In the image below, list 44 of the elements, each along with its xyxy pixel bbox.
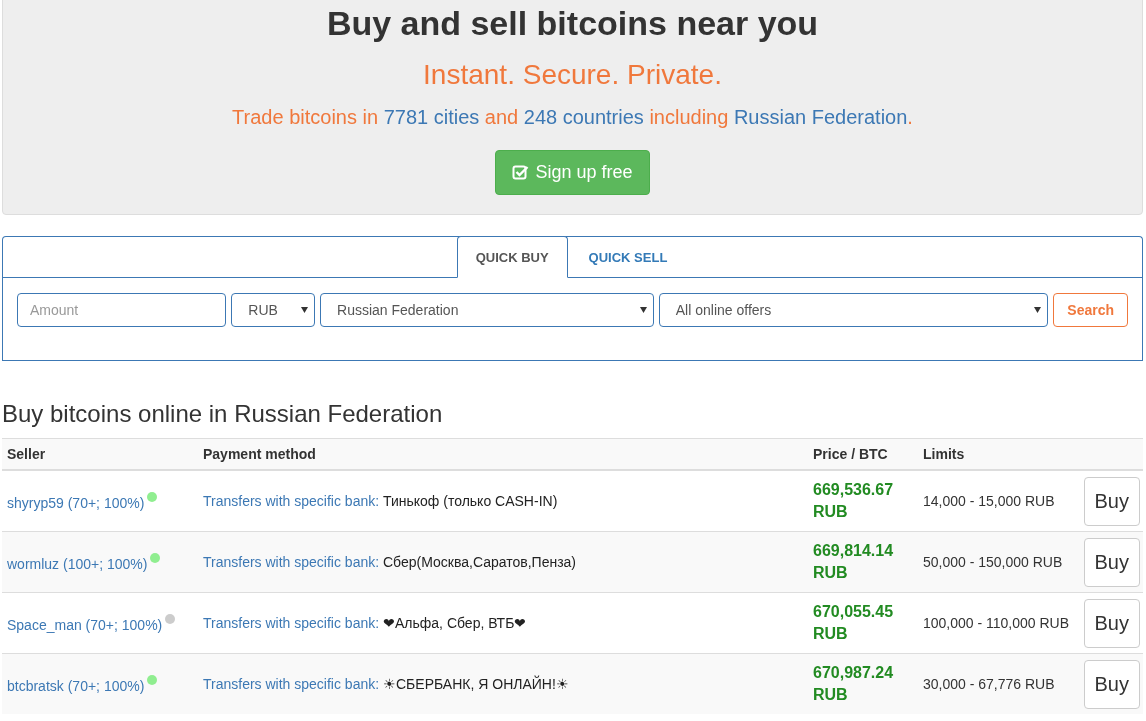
price: 669,814.14 RUB (813, 542, 894, 581)
section-title: Buy bitcoins online in Russian Federation (2, 399, 444, 429)
payment-method-link[interactable]: Transfers with specific bank: (203, 493, 380, 509)
payment-method-link[interactable]: Transfers with specific bank: (203, 554, 380, 570)
limits: 50,000 - 150,000 RUB (923, 554, 1063, 570)
payment-method-link[interactable]: Transfers with specific bank: (203, 676, 380, 692)
signup-button[interactable]: Sign up free (495, 150, 650, 195)
seller-link[interactable]: shyryp59 (70+; 100%) (7, 494, 145, 511)
tab[interactable]: QUICK SELL (569, 236, 687, 278)
payment-details: ☀СБЕРБАНК, Я ОНЛАЙН!☀ (383, 676, 569, 692)
trade-summary: Trade bitcoins in 7781 cities and 248 countries including Russian Federation. (231, 105, 914, 130)
column-header: Payment method (198, 438, 808, 470)
buy-button[interactable]: Buy (1083, 537, 1140, 587)
country-select[interactable]: Russian Federation (320, 293, 654, 327)
buy-button[interactable]: Buy (1083, 598, 1140, 648)
buy-button[interactable]: Buy (1083, 476, 1140, 526)
price: 670,055.45 RUB (813, 603, 894, 642)
limits: 14,000 - 15,000 RUB (923, 493, 1055, 509)
column-header: Price / BTC (808, 438, 918, 470)
offers-select[interactable]: All online offers (658, 293, 1049, 327)
limits: 100,000 - 110,000 RUB (923, 615, 1070, 631)
seller-link[interactable]: Space_man (70+; 100%) (7, 616, 163, 633)
payment-details: ❤Альфа, Сбер, ВТБ❤ (383, 615, 527, 631)
column-header: Limits (918, 438, 1078, 470)
search-button[interactable]: Search (1053, 293, 1128, 327)
page-title: Buy and sell bitcoins near you (325, 3, 820, 44)
checkbox-icon (512, 164, 530, 181)
price: 669,536.67 RUB (813, 481, 894, 520)
caret-icon (639, 307, 647, 313)
price: 670,987.24 RUB (813, 664, 894, 703)
caret-icon (1034, 307, 1042, 313)
limits: 30,000 - 67,776 RUB (923, 676, 1055, 692)
seller-link[interactable]: btcbratsk (70+; 100%) (7, 677, 145, 694)
tagline: Instant. Secure. Private. (422, 58, 723, 92)
payment-method-link[interactable]: Transfers with specific bank: (203, 615, 380, 631)
amount-field[interactable]: Amount (17, 293, 227, 327)
payment-details: Сбер(Москва,Саратов,Пенза) (383, 554, 577, 570)
caret-icon (301, 307, 309, 313)
payment-details: Тинькоф (только CASH-IN) (383, 493, 558, 509)
seller-link[interactable]: wormluz (100+; 100%) (7, 555, 148, 572)
buy-button[interactable]: Buy (1083, 659, 1140, 709)
column-header: Seller (2, 438, 198, 470)
tab[interactable]: QUICK BUY (456, 236, 568, 278)
currency-select[interactable]: RUB (231, 293, 316, 327)
